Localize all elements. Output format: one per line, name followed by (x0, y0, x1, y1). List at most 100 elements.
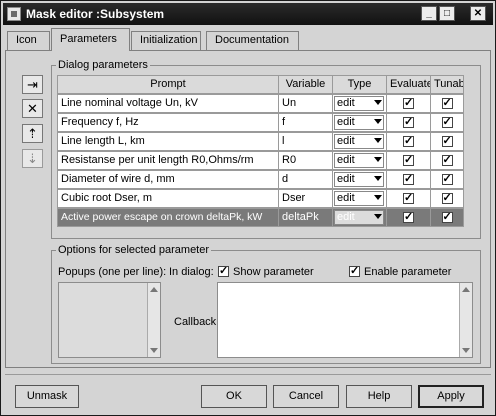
evaluate-checkbox[interactable] (403, 96, 414, 109)
prompt-cell[interactable]: Frequency f, Hz (57, 113, 279, 132)
in-dialog-label: In dialog: (169, 266, 214, 278)
evaluate-checkbox[interactable] (403, 153, 414, 166)
maximize-button[interactable]: □ (439, 6, 455, 21)
tunable-cell (430, 113, 464, 132)
move-down-button[interactable]: ⇣ (22, 149, 43, 168)
callback-label: Callback: (174, 316, 220, 328)
callback-scrollbar[interactable] (459, 283, 472, 357)
scroll-down-icon[interactable] (150, 348, 158, 353)
evaluate-checkbox[interactable] (403, 191, 414, 204)
prompt-cell[interactable]: Active power escape on crown deltaPk, kW (57, 208, 279, 227)
column-header-prompt: Prompt (57, 75, 279, 94)
type-cell: edit (332, 94, 387, 113)
app-icon (7, 7, 21, 21)
variable-cell[interactable]: l (278, 132, 333, 151)
add-parameter-icon: ⇥ (27, 77, 38, 92)
popups-label: Popups (one per line): (58, 266, 167, 278)
tab-initialization[interactable]: Initialization (131, 31, 201, 50)
type-select[interactable]: edit (334, 153, 384, 168)
scroll-up-icon[interactable] (462, 287, 470, 292)
cancel-button[interactable]: Cancel (273, 385, 339, 408)
tunable-checkbox[interactable] (441, 115, 453, 128)
type-select[interactable]: edit (334, 210, 384, 225)
show-parameter-checkbox[interactable] (218, 264, 229, 277)
type-select[interactable]: edit (334, 96, 384, 111)
tunable-cell (430, 189, 464, 208)
add-parameter-button[interactable]: ⇥ (22, 75, 43, 94)
apply-button[interactable]: Apply (418, 385, 484, 408)
title-bar: Mask editor :Subsystem _ □ ✕ (3, 3, 493, 25)
popups-scrollbar[interactable] (147, 283, 160, 357)
type-value: edit (337, 135, 355, 147)
evaluate-cell (386, 132, 431, 151)
table-header: Prompt Variable Type Evaluate Tunable (57, 75, 464, 94)
prompt-cell[interactable]: Line nominal voltage Un, kV (57, 94, 279, 113)
delete-icon: ✕ (27, 101, 38, 116)
tunable-checkbox[interactable] (441, 134, 453, 147)
unmask-button[interactable]: Unmask (15, 385, 79, 408)
move-up-icon: ⇡ (27, 126, 38, 141)
type-select[interactable]: edit (334, 191, 384, 206)
window-title: Mask editor :Subsystem (26, 7, 165, 21)
type-cell: edit (332, 189, 387, 208)
type-value: edit (337, 116, 355, 128)
tab-icon[interactable]: Icon (7, 31, 50, 50)
evaluate-cell (386, 189, 431, 208)
evaluate-checkbox[interactable] (403, 210, 414, 223)
minimize-button[interactable]: _ (421, 6, 437, 21)
tunable-cell (430, 132, 464, 151)
table-row[interactable]: Line length L, km l edit (57, 132, 464, 151)
scroll-up-icon[interactable] (150, 287, 158, 292)
tab-parameters[interactable]: Parameters (51, 28, 130, 51)
dropdown-arrow-icon (374, 157, 382, 162)
ok-button[interactable]: OK (201, 385, 267, 408)
table-row[interactable]: Frequency f, Hz f edit (57, 113, 464, 132)
table-row[interactable]: Resistanse per unit length R0,Ohms/rm R0… (57, 151, 464, 170)
variable-cell[interactable]: deltaPk (278, 208, 333, 227)
table-row-selected[interactable]: Active power escape on crown deltaPk, kW… (57, 208, 464, 227)
scroll-down-icon[interactable] (462, 348, 470, 353)
type-value: edit (337, 97, 355, 109)
move-up-button[interactable]: ⇡ (22, 124, 43, 143)
tunable-checkbox[interactable] (441, 153, 453, 166)
type-cell: edit (332, 113, 387, 132)
variable-cell[interactable]: d (278, 170, 333, 189)
prompt-cell[interactable]: Resistanse per unit length R0,Ohms/rm (57, 151, 279, 170)
type-select[interactable]: edit (334, 115, 384, 130)
enable-parameter-checkbox[interactable] (349, 264, 360, 277)
prompt-cell[interactable]: Cubic root Dser, m (57, 189, 279, 208)
footer-divider (5, 374, 491, 375)
table-row[interactable]: Diameter of wire d, mm d edit (57, 170, 464, 189)
variable-cell[interactable]: R0 (278, 151, 333, 170)
tunable-checkbox[interactable] (441, 191, 453, 204)
enable-parameter-label: Enable parameter (364, 266, 452, 278)
tunable-checkbox[interactable] (441, 96, 453, 109)
tunable-cell (430, 151, 464, 170)
evaluate-checkbox[interactable] (403, 172, 414, 185)
table-row[interactable]: Line nominal voltage Un, kV Un edit (57, 94, 464, 113)
type-value: edit (337, 211, 355, 223)
type-select[interactable]: edit (334, 134, 384, 149)
type-select[interactable]: edit (334, 172, 384, 187)
close-button[interactable]: ✕ (470, 6, 486, 21)
delete-parameter-button[interactable]: ✕ (22, 99, 43, 118)
help-button[interactable]: Help (346, 385, 412, 408)
evaluate-checkbox[interactable] (403, 115, 414, 128)
evaluate-cell (386, 208, 431, 227)
move-down-icon: ⇣ (27, 151, 38, 166)
variable-cell[interactable]: f (278, 113, 333, 132)
tab-documentation[interactable]: Documentation (206, 31, 299, 50)
table-row[interactable]: Cubic root Dser, m Dser edit (57, 189, 464, 208)
popups-textarea[interactable] (58, 282, 161, 358)
show-parameter-label: Show parameter (233, 266, 314, 278)
type-cell: edit (332, 151, 387, 170)
variable-cell[interactable]: Dser (278, 189, 333, 208)
tunable-checkbox[interactable] (441, 172, 453, 185)
variable-cell[interactable]: Un (278, 94, 333, 113)
dropdown-arrow-icon (374, 214, 382, 219)
callback-textarea[interactable] (217, 282, 473, 358)
prompt-cell[interactable]: Diameter of wire d, mm (57, 170, 279, 189)
prompt-cell[interactable]: Line length L, km (57, 132, 279, 151)
evaluate-checkbox[interactable] (403, 134, 414, 147)
tunable-checkbox[interactable] (441, 210, 453, 223)
